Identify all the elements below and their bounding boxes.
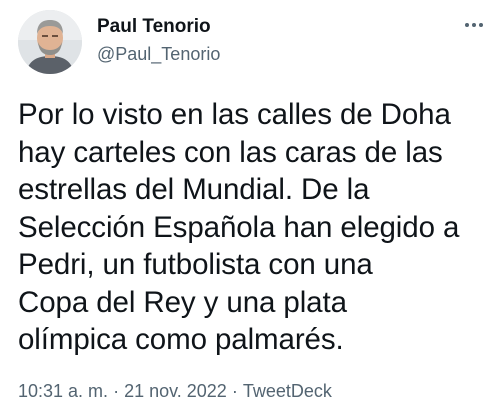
tweet-text-line: Selección Española han elegido a	[18, 210, 460, 244]
tweet-text: Por lo visto en las calles de Doha hay c…	[18, 96, 493, 359]
more-horizontal-icon	[465, 23, 469, 27]
tweet-text-line: Copa del Rey y una plata	[18, 285, 347, 319]
separator: ·	[113, 381, 120, 401]
tweet-metadata: 10:31 a. m. · 21 nov. 2022 · TweetDeck	[18, 381, 332, 402]
more-options-button[interactable]	[458, 15, 490, 35]
more-horizontal-icon	[479, 23, 483, 27]
profile-photo-icon	[18, 10, 82, 74]
tweet-text-line: olímpica como palmarés.	[18, 323, 344, 356]
tweet-source-link[interactable]: TweetDeck	[243, 381, 332, 401]
tweet-date-link[interactable]: 21 nov. 2022	[124, 381, 227, 401]
tweet-text-line: Por lo visto en las calles de Doha	[18, 98, 451, 131]
more-horizontal-icon	[472, 23, 476, 27]
tweet-card: Paul Tenorio @Paul_Tenorio Por lo visto …	[0, 0, 500, 415]
tweet-text-line: estrellas del Mundial. De la	[18, 173, 370, 206]
tweet-text-line: Pedri, un futbolista con una	[18, 248, 373, 281]
avatar[interactable]	[18, 10, 82, 74]
separator: ·	[231, 381, 238, 401]
author-display-name[interactable]: Paul Tenorio	[97, 16, 211, 38]
author-handle[interactable]: @Paul_Tenorio	[97, 44, 220, 65]
tweet-text-line: hay carteles con las caras de las	[18, 135, 443, 169]
tweet-time-link[interactable]: 10:31 a. m.	[18, 381, 108, 401]
